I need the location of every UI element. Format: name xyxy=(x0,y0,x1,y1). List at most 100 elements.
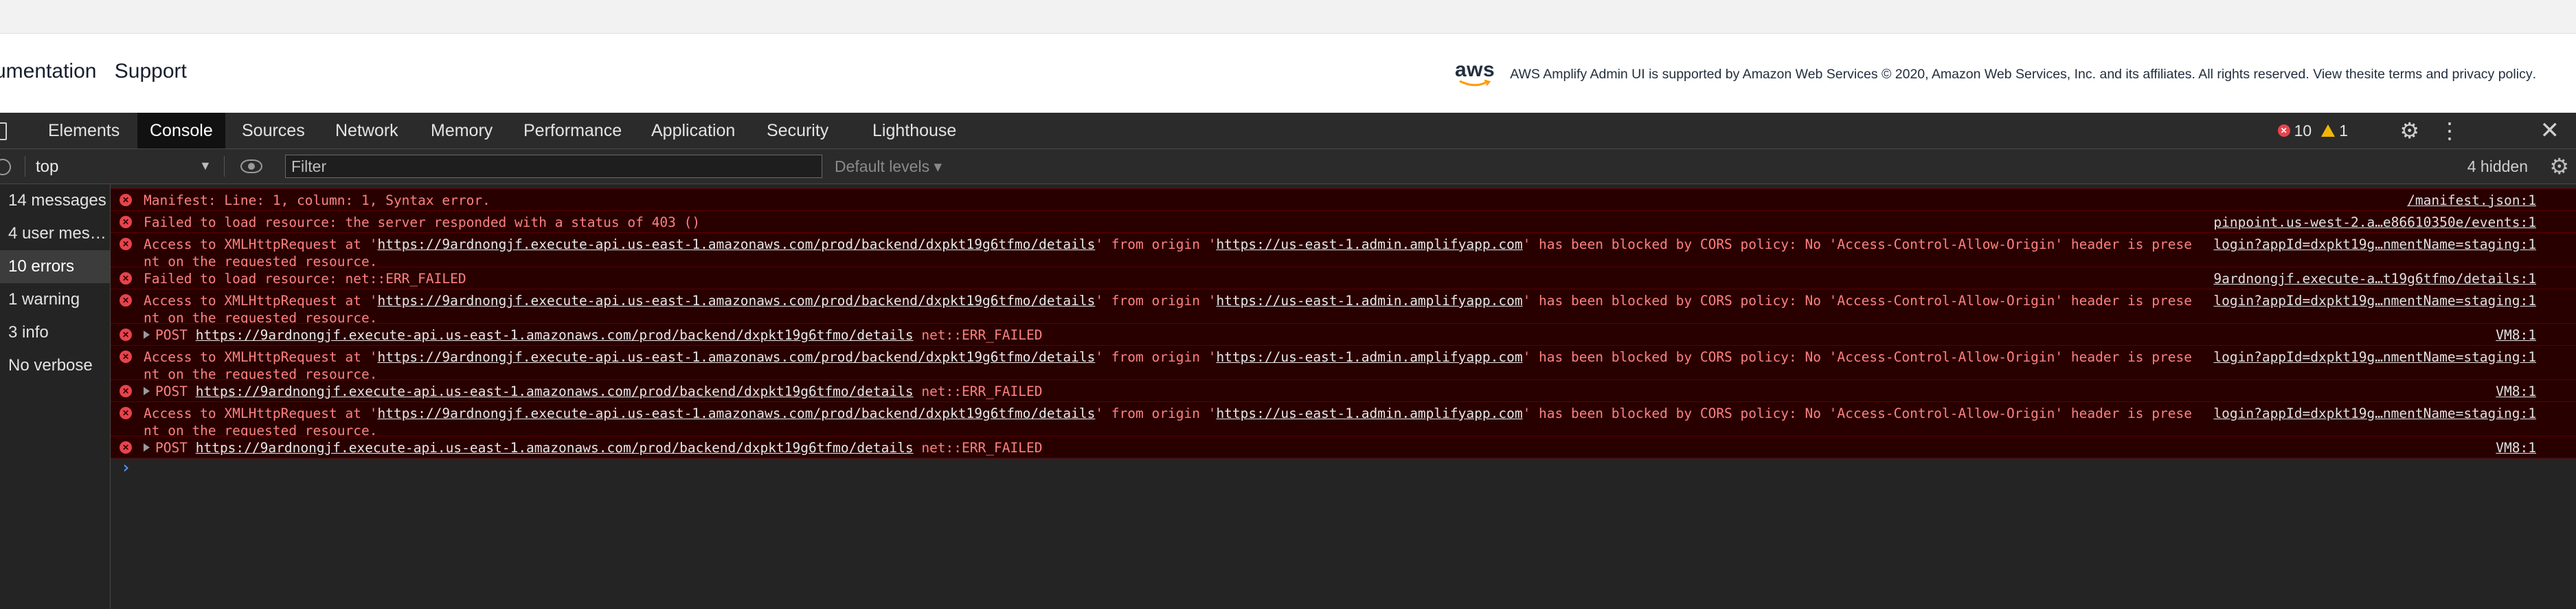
source-link[interactable]: /manifest.json:1 xyxy=(2407,192,2536,209)
sidebar-item-info[interactable]: 3 info xyxy=(0,316,110,349)
tab-application[interactable]: Application xyxy=(651,113,735,148)
error-icon: ✕ xyxy=(120,385,132,397)
tab-network[interactable]: Network xyxy=(335,113,398,148)
console-toolbar: top ▼ Filter Default levels ▾ 4 hidden ⚙ xyxy=(0,149,2576,184)
error-icon: ✕ xyxy=(120,441,132,454)
request-url-link[interactable]: https://9ardnongjf.execute-api.us-east-1… xyxy=(377,349,1095,365)
tab-memory[interactable]: Memory xyxy=(431,113,493,148)
cors-error-message: Access to XMLHttpRequest at 'https://9ar… xyxy=(144,236,2192,269)
source-link[interactable]: 9ardnongjf.execute-a…t19g6tfmo/details:1 xyxy=(2213,270,2536,287)
source-link[interactable]: VM8:1 xyxy=(2496,439,2536,456)
console-error-row: ✕ POST https://9ardnongjf.execute-api.us… xyxy=(111,379,2576,402)
tab-lighthouse[interactable]: Lighthouse xyxy=(872,113,956,148)
origin-url-link[interactable]: https://us-east-1.admin.amplifyapp.com xyxy=(1216,406,1522,421)
error-icon: ✕ xyxy=(120,294,132,307)
console-settings-icon[interactable]: ⚙ xyxy=(2549,153,2569,179)
error-icon: ✕ xyxy=(2277,124,2290,137)
site-terms-link[interactable]: site terms xyxy=(2364,67,2423,82)
expand-triangle-icon[interactable] xyxy=(144,331,150,339)
source-link[interactable]: VM8:1 xyxy=(2496,326,2536,344)
origin-url-link[interactable]: https://us-east-1.admin.amplifyapp.com xyxy=(1216,236,1522,252)
devtools-tab-bar: Elements Console Sources Network Memory … xyxy=(0,113,2576,149)
web-page-footer-area: umentation Support aws AWS Amplify Admin… xyxy=(0,34,2576,113)
source-link[interactable]: login?appId=dxpkt19g…nmentName=staging:1 xyxy=(2213,292,2536,309)
filter-input[interactable]: Filter xyxy=(285,155,822,178)
context-dropdown-icon[interactable]: ▼ xyxy=(199,159,212,173)
request-url-link[interactable]: https://9ardnongjf.execute-api.us-east-1… xyxy=(196,327,914,343)
footer-text: AWS Amplify Admin UI is supported by Ama… xyxy=(1510,66,2364,82)
request-url-link[interactable]: https://9ardnongjf.execute-api.us-east-1… xyxy=(377,293,1095,309)
error-count: 10 xyxy=(2294,121,2312,140)
request-url-link[interactable]: https://9ardnongjf.execute-api.us-east-1… xyxy=(377,236,1095,252)
close-devtools-icon[interactable]: ✕ xyxy=(2540,119,2560,142)
source-link[interactable]: login?appId=dxpkt19g…nmentName=staging:1 xyxy=(2213,348,2536,366)
console-prompt-line[interactable]: › xyxy=(111,458,2576,481)
console-error-row: ✕ Access to XMLHttpRequest at 'https://9… xyxy=(111,232,2576,269)
tab-security[interactable]: Security xyxy=(767,113,828,148)
source-link[interactable]: VM8:1 xyxy=(2496,383,2536,400)
documentation-link[interactable]: umentation xyxy=(0,60,96,82)
issue-counters[interactable]: ✕ 10 1 xyxy=(2277,113,2348,148)
console-error-row: ✕ Access to XMLHttpRequest at 'https://9… xyxy=(111,289,2576,326)
privacy-policy-link[interactable]: privacy policy xyxy=(2452,67,2533,82)
tab-performance[interactable]: Performance xyxy=(523,113,622,148)
tab-console[interactable]: Console xyxy=(137,113,225,148)
support-link[interactable]: Support xyxy=(115,60,187,82)
console-error-row: ✕ Access to XMLHttpRequest at 'https://9… xyxy=(111,345,2576,382)
dock-side-icon[interactable] xyxy=(0,122,7,140)
footer-period: . xyxy=(2532,66,2536,82)
expand-triangle-icon[interactable] xyxy=(144,443,150,452)
browser-top-strip xyxy=(0,0,2576,34)
footer-and: and xyxy=(2422,66,2452,82)
aws-smile-icon xyxy=(1459,79,1491,87)
error-icon: ✕ xyxy=(120,194,132,206)
console-sidebar: 14 messages 4 user mes… 10 errors 1 warn… xyxy=(0,184,111,609)
source-link[interactable]: login?appId=dxpkt19g…nmentName=staging:1 xyxy=(2213,236,2536,253)
sidebar-item-verbose[interactable]: No verbose xyxy=(0,349,110,382)
sidebar-item-warnings[interactable]: 1 warning xyxy=(0,283,110,316)
more-options-icon[interactable]: ⋮ xyxy=(2439,120,2461,142)
request-url-link[interactable]: https://9ardnongjf.execute-api.us-east-1… xyxy=(196,440,914,456)
post-error-message: POST https://9ardnongjf.execute-api.us-e… xyxy=(144,326,2197,344)
warning-icon xyxy=(2321,124,2336,137)
error-message: Failed to load resource: net::ERR_FAILED xyxy=(144,271,466,287)
sidebar-item-messages[interactable]: 14 messages xyxy=(0,184,110,217)
error-icon: ✕ xyxy=(120,329,132,341)
console-error-row: ✕ POST https://9ardnongjf.execute-api.us… xyxy=(111,323,2576,346)
post-error-message: POST https://9ardnongjf.execute-api.us-e… xyxy=(144,383,2197,400)
expand-triangle-icon[interactable] xyxy=(144,387,150,395)
hidden-count: 4 hidden xyxy=(2467,157,2528,175)
origin-url-link[interactable]: https://us-east-1.admin.amplifyapp.com xyxy=(1216,349,1522,365)
console-error-row: ✕ Failed to load resource: the server re… xyxy=(111,210,2576,233)
post-error-message: POST https://9ardnongjf.execute-api.us-e… xyxy=(144,439,2197,456)
request-url-link[interactable]: https://9ardnongjf.execute-api.us-east-1… xyxy=(377,406,1095,421)
aws-logo: aws xyxy=(1455,60,1495,87)
console-prompt-icon: › xyxy=(121,458,131,477)
error-icon: ✕ xyxy=(120,216,132,228)
origin-url-link[interactable]: https://us-east-1.admin.amplifyapp.com xyxy=(1216,293,1522,309)
error-icon: ✕ xyxy=(120,407,132,419)
context-selector[interactable]: top xyxy=(36,157,58,177)
cors-error-message: Access to XMLHttpRequest at 'https://9ar… xyxy=(144,406,2192,439)
source-link[interactable]: login?appId=dxpkt19g…nmentName=staging:1 xyxy=(2213,405,2536,422)
console-error-row: ✕ Failed to load resource: net::ERR_FAIL… xyxy=(111,267,2576,289)
console-error-row: ✕ Access to XMLHttpRequest at 'https://9… xyxy=(111,401,2576,439)
warning-count: 1 xyxy=(2339,121,2348,140)
sidebar-item-user-messages[interactable]: 4 user mes… xyxy=(0,217,110,250)
error-icon: ✕ xyxy=(120,351,132,363)
settings-gear-icon[interactable]: ⚙ xyxy=(2399,120,2419,142)
clear-console-icon[interactable] xyxy=(0,159,11,175)
source-link[interactable]: pinpoint.us-west-2.a…e86610350e/events:1 xyxy=(2213,214,2536,231)
page-footer: aws AWS Amplify Admin UI is supported by… xyxy=(1455,60,2536,87)
request-url-link[interactable]: https://9ardnongjf.execute-api.us-east-1… xyxy=(196,384,914,399)
error-icon: ✕ xyxy=(120,238,132,250)
live-expression-eye-icon[interactable] xyxy=(240,159,262,173)
error-message: Failed to load resource: the server resp… xyxy=(144,214,701,230)
cors-error-message: Access to XMLHttpRequest at 'https://9ar… xyxy=(144,349,2192,382)
log-levels-dropdown[interactable]: Default levels ▾ xyxy=(835,157,942,176)
toolbar-divider xyxy=(224,156,225,177)
sidebar-item-errors[interactable]: 10 errors xyxy=(0,250,110,283)
tab-sources[interactable]: Sources xyxy=(242,113,305,148)
tab-elements[interactable]: Elements xyxy=(48,113,120,148)
console-error-row: ✕ POST https://9ardnongjf.execute-api.us… xyxy=(111,436,2576,458)
